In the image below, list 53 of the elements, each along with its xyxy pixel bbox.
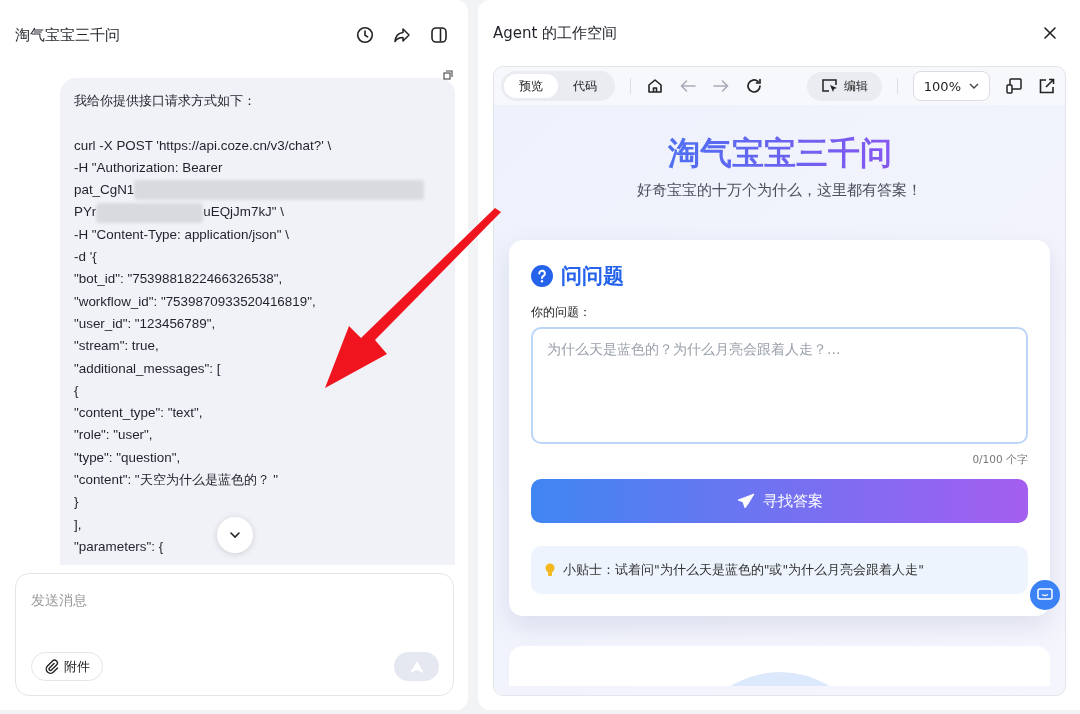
char-counter: 0/100 个字 bbox=[972, 453, 1028, 467]
field-label: 你的问题： bbox=[531, 304, 592, 321]
external-link-icon[interactable] bbox=[1038, 77, 1056, 95]
copy-icon[interactable] bbox=[443, 70, 453, 80]
message-line: "user_id": "123456789", bbox=[74, 314, 216, 333]
lightbulb-icon bbox=[545, 563, 555, 577]
caret-icon bbox=[969, 82, 979, 90]
workspace-title: Agent 的工作空间 bbox=[493, 23, 618, 43]
message-line: { bbox=[74, 381, 79, 400]
message-line: ], bbox=[74, 515, 82, 534]
message-line: "workflow_id": "7539870933520416819", bbox=[74, 292, 316, 311]
tip-text: 小贴士：试着问"为什么天是蓝色的"或"为什么月亮会跟着人走" bbox=[563, 561, 924, 579]
share-icon[interactable] bbox=[393, 26, 411, 44]
message-line: "role": "user", bbox=[74, 426, 153, 445]
page-subheading: 好奇宝宝的十万个为什么，这里都有答案！ bbox=[637, 181, 922, 200]
message-line: "type": "question", bbox=[74, 448, 181, 467]
submit-button[interactable]: 寻找答案 bbox=[531, 479, 1028, 523]
history-icon[interactable] bbox=[356, 26, 374, 44]
close-icon[interactable] bbox=[1043, 26, 1057, 40]
chat-icon bbox=[1037, 588, 1053, 602]
message-line: 我给你提供接口请求方式如下： bbox=[74, 92, 256, 110]
message-line: -H "Authorization: Bearer bbox=[74, 158, 223, 177]
message-line: -d '{ bbox=[74, 248, 97, 267]
message-line: "stream": true, bbox=[74, 337, 159, 356]
attach-button[interactable]: 附件 bbox=[31, 652, 103, 681]
message-line: "content": "天空为什么是蓝色的？ " bbox=[74, 471, 279, 490]
zoom-select[interactable]: 100% bbox=[912, 71, 990, 101]
message-line: PYr bbox=[74, 203, 97, 222]
message-line: "parameters": { bbox=[74, 537, 164, 556]
message-line: "content_type": "text", bbox=[74, 404, 203, 423]
message-input[interactable]: 发送消息 bbox=[31, 588, 439, 612]
refresh-icon[interactable] bbox=[745, 77, 763, 95]
paperclip-icon bbox=[44, 659, 59, 674]
question-icon bbox=[531, 265, 553, 287]
question-field[interactable]: 为什么天是蓝色的？为什么月亮会跟着人走？... bbox=[531, 327, 1028, 444]
device-icon[interactable] bbox=[1005, 77, 1023, 95]
paper-plane-icon bbox=[736, 493, 755, 509]
chat-title: 淘气宝宝三千问 bbox=[15, 25, 120, 45]
message-line: } bbox=[74, 493, 79, 512]
edit-button[interactable]: 编辑 bbox=[806, 71, 882, 101]
message-line: pat_CgN1 bbox=[74, 181, 135, 200]
home-icon[interactable] bbox=[646, 77, 664, 95]
message-line: uEQjJm7kJ" \ bbox=[203, 203, 284, 222]
message-line: -H "Content-Type: application/json" \ bbox=[74, 225, 289, 244]
message-line: "additional_messages": [ bbox=[74, 359, 221, 378]
view-tab[interactable]: 代码 bbox=[558, 74, 612, 98]
message-line: "bot_id": "7539881822466326538", bbox=[74, 270, 283, 289]
sidebar-toggle-icon[interactable] bbox=[430, 26, 448, 44]
send-arrow-icon bbox=[408, 659, 425, 674]
message-line: curl -X POST 'https://api.coze.cn/v3/chat?' \ bbox=[74, 136, 332, 155]
card-title: 问问题 bbox=[561, 263, 624, 290]
view-tab[interactable]: 预览 bbox=[504, 74, 558, 98]
cursor-select-icon bbox=[820, 78, 839, 94]
